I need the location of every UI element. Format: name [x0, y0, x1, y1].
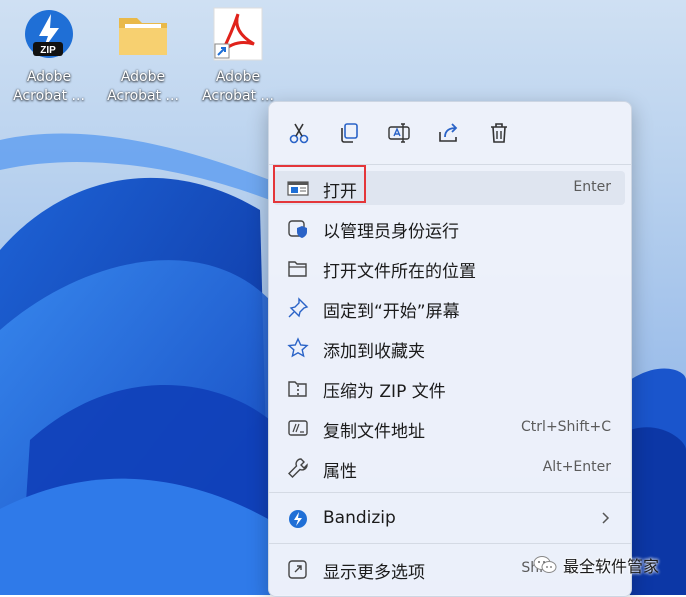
- menu-item-label: 添加到收藏夹: [323, 342, 425, 362]
- copy-button[interactable]: [336, 120, 362, 146]
- admin-shield-icon: [287, 217, 309, 239]
- menu-item-label: 复制文件地址: [323, 422, 425, 442]
- menu-item-pin-to-start[interactable]: 固定到“开始”屏幕: [273, 291, 625, 325]
- menu-separator: [269, 543, 631, 544]
- menu-item-open-file-location[interactable]: 打开文件所在的位置: [273, 251, 625, 285]
- bandizip-icon: [287, 508, 309, 530]
- folder-open-icon: [287, 257, 309, 279]
- copy-icon: [341, 123, 358, 143]
- menu-item-properties[interactable]: 属性 Alt+Enter: [273, 451, 625, 485]
- desktop-icon-label: Adobe Acrobat ...: [13, 69, 85, 104]
- desktop-icon-label: Adobe Acrobat ...: [107, 69, 179, 104]
- menu-item-run-as-admin[interactable]: 以管理员身份运行: [273, 211, 625, 245]
- menu-item-copy-path[interactable]: 复制文件地址 Ctrl+Shift+C: [273, 411, 625, 445]
- rename-button[interactable]: [386, 120, 412, 146]
- folder-icon: [115, 6, 171, 62]
- chevron-right-icon: [597, 510, 613, 526]
- menu-item-compress-zip[interactable]: 压缩为 ZIP 文件: [273, 371, 625, 405]
- menu-item-shortcut: Enter: [573, 179, 611, 195]
- menu-item-shortcut: Alt+Enter: [542, 459, 611, 475]
- star-icon: [287, 337, 309, 359]
- zip-folder-icon: [287, 377, 309, 399]
- rename-icon: [388, 123, 410, 143]
- delete-button[interactable]: [486, 120, 512, 146]
- acrobat-shortcut-icon: [210, 6, 266, 62]
- desktop-icon-acrobat[interactable]: Adobe Acrobat ...: [195, 6, 281, 106]
- highlight-box: [273, 165, 366, 203]
- menu-item-label: 以管理员身份运行: [323, 222, 459, 242]
- svg-text:ZIP: ZIP: [40, 45, 56, 56]
- cut-button[interactable]: [286, 120, 312, 146]
- watermark-text: 最全软件管家: [563, 557, 660, 576]
- zip-archive-icon: ZIP: [21, 6, 77, 62]
- menu-item-label: 属性: [323, 462, 357, 482]
- wechat-icon: [533, 556, 557, 573]
- menu-item-label: 打开文件所在的位置: [323, 262, 476, 282]
- menu-item-label: 显示更多选项: [323, 563, 425, 583]
- more-options-icon: [287, 558, 309, 580]
- pin-icon: [287, 297, 309, 319]
- copy-path-icon: [287, 417, 309, 439]
- menu-item-shortcut: Ctrl+Shift+C: [521, 419, 611, 435]
- share-icon: [439, 123, 458, 142]
- watermark: 最全软件管家: [533, 553, 659, 577]
- menu-separator: [269, 492, 631, 493]
- wrench-icon: [287, 457, 309, 479]
- cut-icon: [289, 123, 309, 144]
- share-button[interactable]: [436, 120, 462, 146]
- menu-item-add-to-favorites[interactable]: 添加到收藏夹: [273, 331, 625, 365]
- menu-item-bandizip[interactable]: Bandizip: [273, 502, 625, 536]
- desktop-icon-label: Adobe Acrobat ...: [202, 69, 274, 104]
- menu-item-label: Bandizip: [323, 508, 396, 528]
- context-toolbar: [269, 102, 631, 164]
- delete-icon: [491, 123, 507, 143]
- menu-item-label: 压缩为 ZIP 文件: [323, 382, 446, 402]
- desktop-icon-zip[interactable]: ZIP Adobe Acrobat ...: [6, 6, 92, 106]
- desktop-icon-folder[interactable]: Adobe Acrobat ...: [100, 6, 186, 106]
- menu-item-label: 固定到“开始”屏幕: [323, 302, 460, 322]
